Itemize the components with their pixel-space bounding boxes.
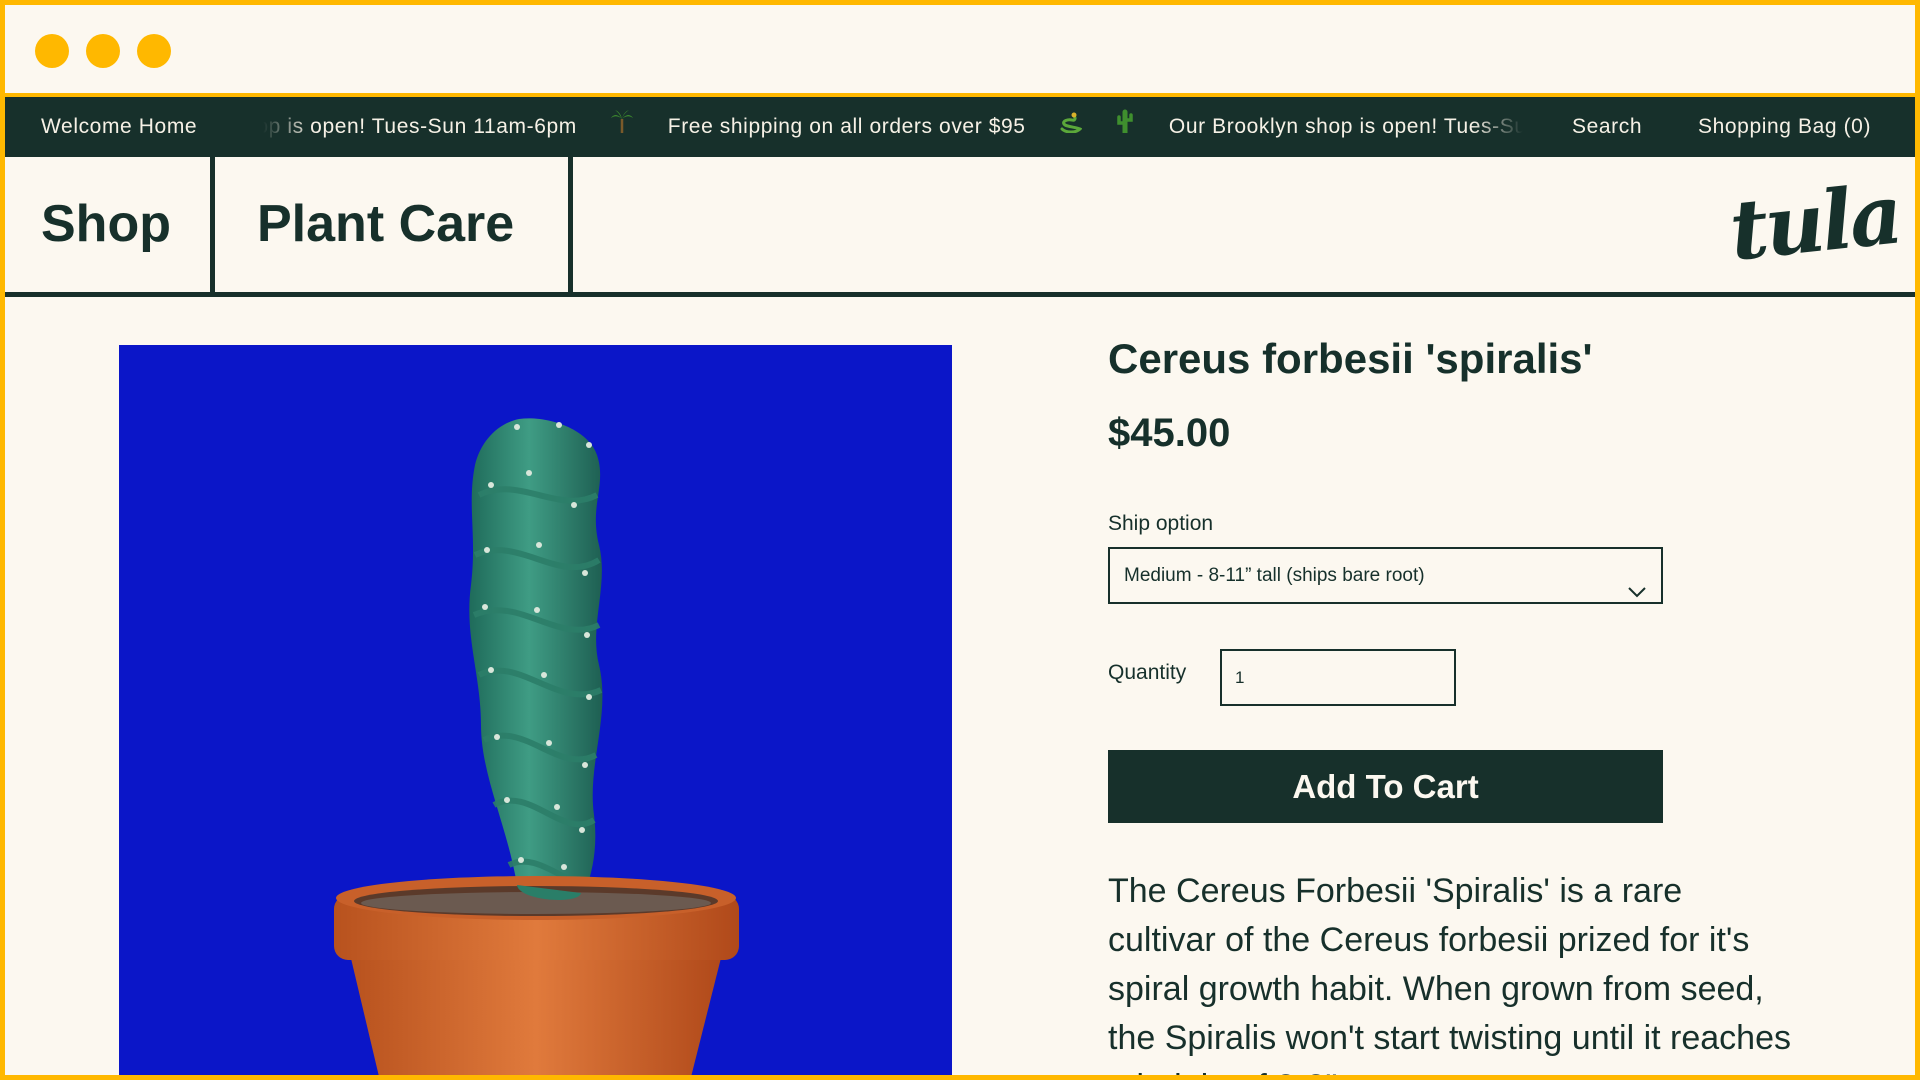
ship-option-label: Ship option (1108, 512, 1214, 535)
shopping-bag-link[interactable]: Shopping Bag (0) (1698, 97, 1871, 157)
announcement-ticker: shop is open! Tues-Sun 11am-6pm Free shi… (263, 97, 1523, 157)
cactus-in-pot-illustration (334, 418, 739, 1075)
quantity-label: Quantity (1108, 661, 1187, 684)
search-link[interactable]: Search (1572, 97, 1642, 157)
snake-icon (1060, 97, 1083, 157)
ticker-message: shop is open! Tues-Sun 11am-6pm (263, 115, 577, 138)
product-image (119, 345, 952, 1075)
announcement-bar: Welcome Home shop is open! Tues-Sun 11am… (5, 97, 1915, 157)
nav-plant-care[interactable]: Plant Care (257, 157, 514, 292)
ship-option-select[interactable]: Medium - 8-11” tall (ships bare root) (1108, 547, 1663, 604)
ticker-message: Our Brooklyn shop is open! Tues-Sun 11am… (1168, 115, 1523, 138)
window-chrome (5, 5, 1915, 93)
browser-frame: Welcome Home shop is open! Tues-Sun 11am… (5, 5, 1915, 1075)
window-maximize-dot[interactable] (137, 34, 171, 68)
window-controls (35, 34, 171, 68)
tula-logo[interactable]: tula (1725, 166, 1904, 279)
product-price: $45.00 (1108, 411, 1231, 455)
window-minimize-dot[interactable] (86, 34, 120, 68)
product-description: The Cereus Forbesii 'Spiralis' is a rare… (1108, 872, 1792, 1075)
cactus-icon (1116, 97, 1134, 157)
palm-tree-icon (611, 97, 634, 157)
quantity-input[interactable] (1220, 649, 1456, 706)
welcome-home-link[interactable]: Welcome Home (41, 97, 197, 157)
product-title: Cereus forbesii 'spiralis' (1108, 335, 1593, 382)
add-to-cart-button[interactable]: Add To Cart (1108, 750, 1663, 823)
ship-option-value: Medium - 8-11” tall (ships bare root) (1124, 565, 1425, 586)
main-navigation: Shop Plant Care tula (5, 157, 1915, 297)
ticker-track: shop is open! Tues-Sun 11am-6pm Free shi… (263, 97, 1523, 157)
nav-divider (568, 157, 573, 292)
nav-divider (210, 157, 215, 292)
chevron-down-icon (1627, 567, 1647, 620)
window-close-dot[interactable] (35, 34, 69, 68)
nav-shop[interactable]: Shop (41, 157, 171, 292)
ticker-message: Free shipping on all orders over $95 (667, 115, 1026, 138)
